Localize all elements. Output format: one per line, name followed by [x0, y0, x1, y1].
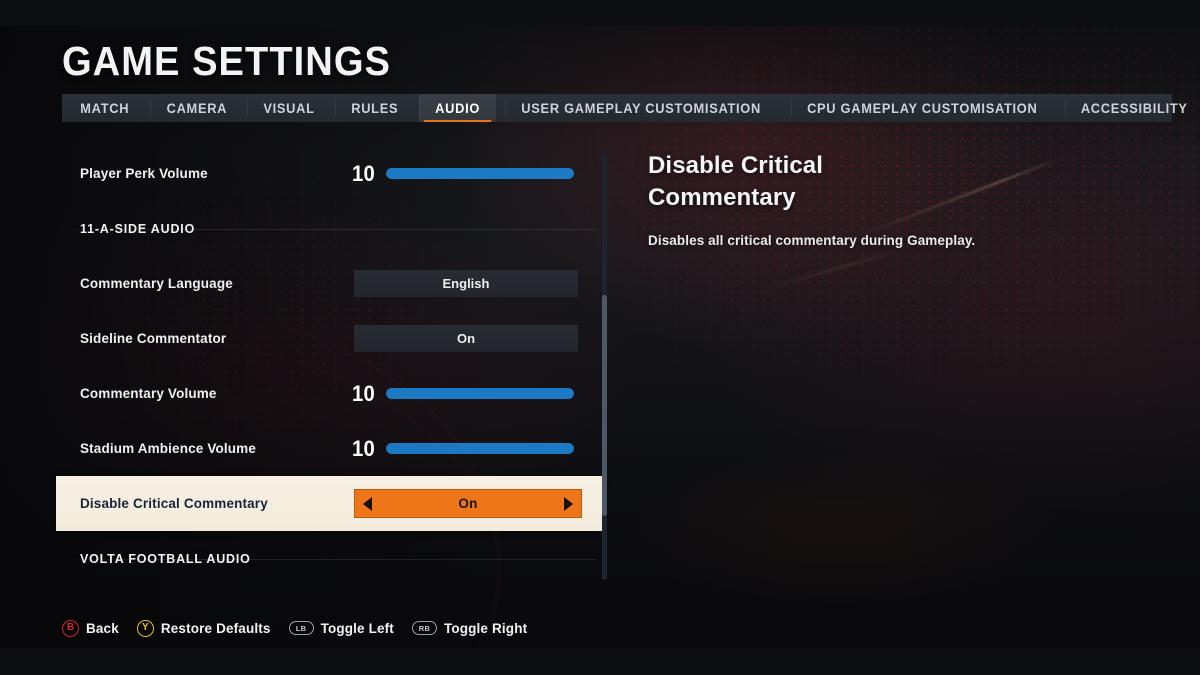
slider-fill — [386, 168, 574, 179]
slider-track[interactable] — [386, 388, 574, 399]
detail-description: Disables all critical commentary during … — [648, 232, 976, 248]
slider-control[interactable]: 10 — [352, 160, 574, 186]
slider-control[interactable]: 10 — [352, 435, 574, 461]
section-header-volta-football-audio: VOLTA FOOTBALL AUDIO — [56, 531, 602, 586]
setting-label: Player Perk Volume — [80, 166, 208, 181]
button-hint-bar: B Back Y Restore Defaults LB Toggle Left RB Tog… — [62, 617, 527, 639]
tab-accessibility[interactable]: ACCESSIBILITY — [1064, 94, 1200, 122]
active-tab-underline — [423, 120, 492, 122]
button-b-icon: B — [62, 619, 79, 637]
tab-rules[interactable]: RULES — [335, 94, 414, 122]
section-label: VOLTA FOOTBALL AUDIO — [80, 551, 251, 566]
tab-label: USER GAMEPLAY CUSTOMISATION — [521, 100, 762, 116]
tab-user-gameplay-customisation[interactable]: USER GAMEPLAY CUSTOMISATION — [505, 94, 777, 122]
tab-cpu-gameplay-customisation[interactable]: CPU GAMEPLAY CUSTOMISATION — [791, 94, 1054, 122]
tab-visual[interactable]: VISUAL — [247, 94, 331, 122]
setting-label: Commentary Volume — [80, 386, 217, 401]
section-label: 11-A-SIDE AUDIO — [80, 221, 196, 236]
background-glow — [600, 430, 1200, 630]
slider-fill — [386, 443, 574, 454]
setting-row-stadium-ambience-volume[interactable]: Stadium Ambience Volume 10 — [56, 421, 602, 476]
tab-label: CAMERA — [166, 100, 227, 116]
hint-label: Back — [86, 620, 119, 636]
tab-match[interactable]: MATCH — [64, 94, 145, 122]
slider-control[interactable]: 10 — [352, 380, 574, 406]
setting-row-commentary-language[interactable]: Commentary Language English — [56, 256, 602, 311]
slider-track[interactable] — [386, 168, 574, 179]
hint-toggle-right[interactable]: RB Toggle Right — [411, 620, 528, 636]
tab-label: CPU GAMEPLAY CUSTOMISATION — [807, 100, 1038, 116]
value-box[interactable]: English — [354, 270, 578, 297]
button-rb-icon: RB — [411, 621, 437, 635]
slider-value: 10 — [352, 160, 376, 186]
hint-label: Restore Defaults — [160, 620, 271, 636]
hint-label: Toggle Right — [443, 620, 528, 636]
slider-fill — [386, 388, 574, 399]
tab-label: RULES — [351, 100, 399, 116]
tab-bar: MATCH CAMERA VISUAL RULES AUDIO USER GAMEPLAY… — [62, 94, 1187, 122]
chevron-right-icon[interactable] — [564, 496, 573, 511]
button-y-icon: Y — [136, 619, 154, 637]
selector-value: On — [458, 496, 478, 511]
option-selector[interactable]: On — [354, 489, 582, 518]
detail-title: Disable Critical Commentary — [648, 152, 824, 211]
tab-camera[interactable]: CAMERA — [149, 94, 243, 122]
hint-restore-defaults[interactable]: Y Restore Defaults — [136, 619, 271, 637]
value-box[interactable]: On — [354, 325, 578, 352]
setting-label: Disable Critical Commentary — [80, 496, 268, 511]
section-header-11-a-side-audio: 11-A-SIDE AUDIO — [56, 201, 602, 256]
setting-row-player-perk-volume[interactable]: Player Perk Volume 10 — [56, 146, 602, 201]
tab-label: AUDIO — [434, 100, 480, 116]
hint-label: Toggle Left — [320, 620, 394, 636]
slider-value: 10 — [352, 435, 376, 461]
button-lb-icon: LB — [288, 621, 314, 635]
setting-label: Sideline Commentator — [80, 331, 227, 346]
tab-label: MATCH — [80, 100, 130, 116]
tab-label: VISUAL — [263, 100, 315, 116]
letterbox-top — [0, 0, 1200, 26]
game-settings-screen: GAME SETTINGS MATCH CAMERA VISUAL RULES AUDI… — [0, 0, 1200, 675]
detail-panel: Disable Critical Commentary Disables all… — [648, 150, 1118, 251]
page-title: GAME SETTINGS — [62, 38, 391, 84]
hint-toggle-left[interactable]: LB Toggle Left — [288, 620, 394, 636]
settings-list: Player Perk Volume 10 11-A-SIDE AUDIO Comme… — [56, 146, 602, 586]
scrollbar-thumb[interactable] — [602, 295, 607, 517]
setting-label: Commentary Language — [80, 276, 233, 291]
slider-track[interactable] — [386, 443, 574, 454]
setting-row-disable-critical-commentary[interactable]: Disable Critical Commentary On — [56, 476, 602, 531]
slider-value: 10 — [352, 380, 376, 406]
setting-row-commentary-volume[interactable]: Commentary Volume 10 — [56, 366, 602, 421]
hint-back[interactable]: B Back — [62, 619, 119, 637]
setting-row-sideline-commentator[interactable]: Sideline Commentator On — [56, 311, 602, 366]
setting-label: Stadium Ambience Volume — [80, 441, 256, 456]
letterbox-bottom — [0, 648, 1200, 675]
settings-scrollbar[interactable] — [602, 155, 607, 580]
tab-audio[interactable]: AUDIO — [418, 94, 496, 122]
tab-label: ACCESSIBILITY — [1080, 100, 1188, 116]
chevron-left-icon[interactable] — [363, 496, 372, 511]
